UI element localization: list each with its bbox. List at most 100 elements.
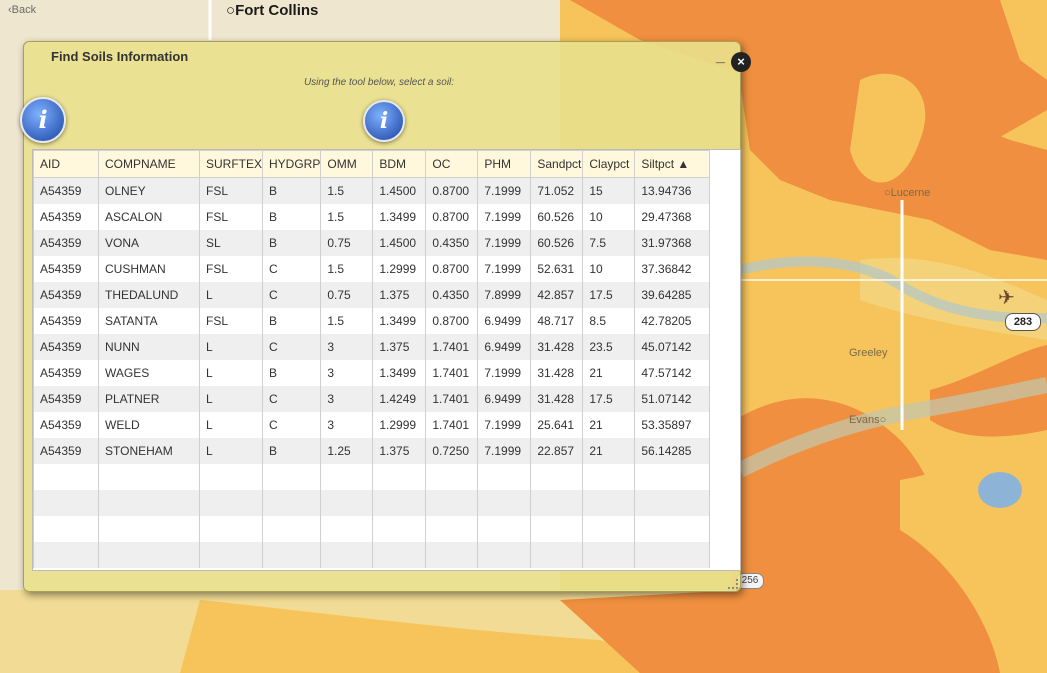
dialog-title: Find Soils Information <box>51 49 189 64</box>
column-header[interactable]: OC <box>425 150 479 178</box>
select-soil-tool-button[interactable]: i <box>363 100 405 142</box>
table-cell: FSL <box>198 308 264 334</box>
table-cell: 1.4500 <box>372 177 427 204</box>
table-cell: 1.25 <box>320 438 374 464</box>
find-soils-dialog[interactable]: Find Soils Information _ × i Using the t… <box>20 41 751 592</box>
table-cell <box>320 516 374 542</box>
table-cell: PLATNER <box>98 386 200 412</box>
table-cell: C <box>262 282 322 308</box>
resize-handle[interactable] <box>728 579 738 589</box>
minimize-button[interactable]: _ <box>716 48 725 66</box>
table-cell: STONEHAM <box>98 438 200 464</box>
table-cell: WELD <box>98 412 200 438</box>
table-row[interactable]: A54359 NUNN L C 3 1.375 1.7401 6.9499 31.428 23.5… <box>33 334 711 360</box>
table-row[interactable]: A54359 WELD L C 3 1.2999 1.7401 7.1999 25.641 21 5… <box>33 412 711 438</box>
table-body: A54359 OLNEY FSL B 1.5 1.4500 0.8700 7.1999 71.0… <box>33 177 711 568</box>
table-cell: WAGES <box>98 360 200 386</box>
table-cell: 60.526 <box>530 204 584 230</box>
table-cell <box>262 490 322 516</box>
table-cell: A54359 <box>33 256 99 282</box>
table-row[interactable]: A54359 VONA SL B 0.75 1.4500 0.4350 7.1999 60.52… <box>33 230 711 256</box>
table-cell: 17.5 <box>582 386 636 412</box>
table-cell: C <box>262 334 322 360</box>
table-cell: 10 <box>582 204 636 230</box>
table-cell: 48.717 <box>530 308 584 334</box>
table-row[interactable]: A54359 OLNEY FSL B 1.5 1.4500 0.8700 7.1999 71.0… <box>33 177 711 204</box>
table-cell: 7.1999 <box>477 230 532 256</box>
table-cell <box>530 464 584 490</box>
table-row[interactable]: A54359 CUSHMAN FSL C 1.5 1.2999 0.8700 7.1999 52… <box>33 256 711 282</box>
table-cell: 31.428 <box>530 386 584 412</box>
soils-table: AID COMPNAME SURFTEX HYDGRP OMM BDM OC PHM Sandp… <box>33 150 711 568</box>
table-cell: 31.428 <box>530 334 584 360</box>
column-header[interactable]: BDM <box>372 150 427 178</box>
column-header[interactable]: Sandpct <box>530 150 584 178</box>
table-cell <box>320 542 374 568</box>
table-cell: 7.1999 <box>477 204 532 230</box>
back-link[interactable]: ‹Back <box>8 4 36 16</box>
table-cell <box>582 464 636 490</box>
table-cell: NUNN <box>98 334 200 360</box>
table-cell: 1.2999 <box>372 412 427 438</box>
table-cell: A54359 <box>33 334 99 360</box>
column-header[interactable]: PHM <box>477 150 532 178</box>
table-row[interactable]: A54359 THEDALUND L C 0.75 1.375 0.4350 7.8999 42… <box>33 282 711 308</box>
table-cell <box>477 490 532 516</box>
table-row[interactable]: A54359 WAGES L B 3 1.3499 1.7401 7.1999 31.428 21… <box>33 360 711 386</box>
table-cell: 1.375 <box>372 282 427 308</box>
table-cell: A54359 <box>33 230 99 256</box>
table-cell: A54359 <box>33 386 99 412</box>
column-header[interactable]: OMM <box>320 150 374 178</box>
table-cell: OLNEY <box>98 177 200 204</box>
table-cell: 1.5 <box>320 204 374 230</box>
table-cell <box>198 516 264 542</box>
table-cell <box>198 542 264 568</box>
table-cell: B <box>262 230 322 256</box>
table-cell: 0.8700 <box>425 308 479 334</box>
table-cell <box>262 464 322 490</box>
city-name: Fort Collins <box>235 2 319 19</box>
table-cell: 1.3499 <box>372 204 427 230</box>
soils-table-container[interactable]: AID COMPNAME SURFTEX HYDGRP OMM BDM OC PHM Sandp… <box>32 149 741 571</box>
table-cell <box>425 516 479 542</box>
table-cell: 1.3499 <box>372 360 427 386</box>
table-cell <box>262 516 322 542</box>
table-cell <box>582 490 636 516</box>
table-cell <box>634 490 711 516</box>
table-cell: L <box>198 360 264 386</box>
table-cell <box>582 516 636 542</box>
back-label: Back <box>11 4 37 16</box>
table-cell: 21 <box>582 438 636 464</box>
table-cell: 39.64285 <box>634 282 711 308</box>
table-cell <box>98 464 200 490</box>
column-header[interactable]: HYDGRP <box>262 150 322 178</box>
table-cell: C <box>262 386 322 412</box>
close-icon[interactable]: × <box>731 52 751 72</box>
table-cell <box>582 542 636 568</box>
table-cell: 25.641 <box>530 412 584 438</box>
table-cell: 71.052 <box>530 177 584 204</box>
table-cell: A54359 <box>33 438 99 464</box>
table-cell: 1.5 <box>320 177 374 204</box>
table-row[interactable]: A54359 PLATNER L C 3 1.4249 1.7401 6.9499 31.428… <box>33 386 711 412</box>
table-cell: 1.375 <box>372 334 427 360</box>
table-cell <box>634 542 711 568</box>
table-cell: 6.9499 <box>477 334 532 360</box>
table-cell: 42.78205 <box>634 308 711 334</box>
column-header[interactable]: COMPNAME <box>98 150 200 178</box>
column-header[interactable]: SURFTEX <box>198 150 264 178</box>
table-cell: 1.7401 <box>425 412 479 438</box>
table-row[interactable]: A54359 ASCALON FSL B 1.5 1.3499 0.8700 7.1999 60… <box>33 204 711 230</box>
column-header[interactable]: Siltpct ▲ <box>634 150 711 178</box>
table-cell: 21 <box>582 360 636 386</box>
table-row[interactable]: A54359 SATANTA FSL B 1.5 1.3499 0.8700 6.9499 48… <box>33 308 711 334</box>
table-cell: B <box>262 438 322 464</box>
table-cell: 6.9499 <box>477 386 532 412</box>
table-cell: B <box>262 308 322 334</box>
table-cell: 0.8700 <box>425 177 479 204</box>
column-header[interactable]: AID <box>33 150 99 178</box>
table-row[interactable]: A54359 STONEHAM L B 1.25 1.375 0.7250 7.1999 22.… <box>33 438 711 464</box>
table-cell: A54359 <box>33 412 99 438</box>
column-header[interactable]: Claypct <box>582 150 636 178</box>
table-cell: 0.4350 <box>425 282 479 308</box>
